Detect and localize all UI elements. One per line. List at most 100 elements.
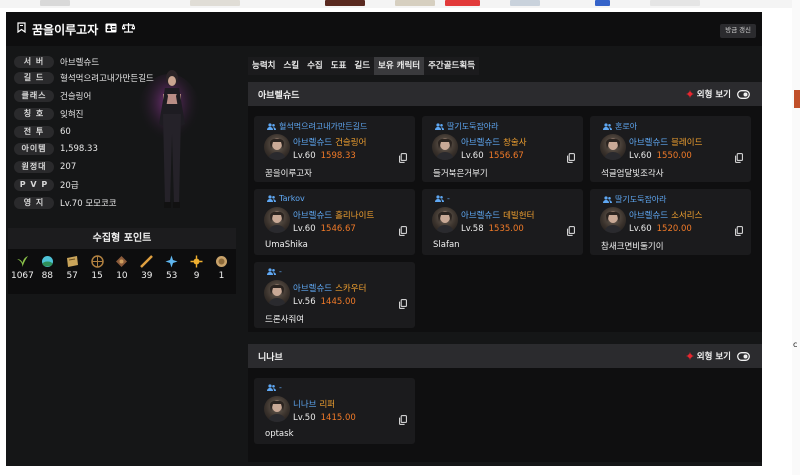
refresh-button[interactable]: 방금 갱신 (720, 24, 756, 38)
character-item-level: 1556.67 (488, 151, 524, 161)
character-name: optask (265, 429, 294, 439)
collect-item-orpheus-star[interactable]: 9 (185, 255, 209, 281)
character-server: 아브렐슈드 (461, 138, 501, 148)
character-guild: 혈석먹으려고내가만든길드 (267, 121, 367, 132)
info-label: 클래스 (14, 90, 54, 102)
guild-name: - (279, 383, 282, 392)
character-level: Lv.56 (293, 297, 316, 307)
bookmark-icon[interactable] (17, 22, 26, 36)
info-row-title: 칭 호 잊혀진 (14, 108, 83, 120)
info-label: 칭 호 (14, 108, 54, 120)
character-portrait (264, 396, 290, 422)
collect-item-island-heart[interactable]: 1067 (10, 255, 34, 281)
info-label: 영 지 (14, 197, 54, 209)
tab-collection[interactable]: 수집 (303, 57, 327, 75)
guild-name: - (279, 267, 282, 276)
character-portrait (264, 207, 290, 233)
character-class: 창술사 (503, 138, 527, 148)
character-guild: 딸기도둑잡아라 (603, 194, 667, 205)
tab-stats[interactable]: 능력치 (248, 57, 280, 75)
scale-icon[interactable] (121, 22, 137, 36)
collect-item-world-tree-leaf[interactable]: 39 (135, 255, 159, 281)
character-levels: Lv.60 1520.00 (629, 224, 692, 234)
character-portrait (264, 134, 290, 160)
ad-thumb (445, 0, 480, 6)
starburst-icon (685, 90, 694, 98)
character-levels: Lv.60 1550.00 (629, 151, 692, 161)
tab-owned-characters[interactable]: 보유 캐릭터 (374, 57, 425, 75)
collect-item-mokoko-seed[interactable]: 10 (110, 255, 134, 281)
character-name: 참새크면비둘기이 (601, 242, 664, 252)
character-item-level: 1550.00 (656, 151, 692, 161)
copy-icon[interactable] (399, 299, 407, 309)
character-card[interactable]: 혼로아 아브렐슈드 블레이드 Lv.60 1550.00 석글엄달빛조각사 (590, 116, 751, 182)
appearance-toggle-label: 외형 보기 (696, 352, 731, 362)
character-server-class: 아브렐슈드 건슬링어 (293, 136, 366, 148)
ad-thumb (650, 0, 700, 6)
character-guild: Tarkov (267, 194, 305, 203)
appearance-toggle[interactable]: 외형 보기 (685, 350, 750, 362)
island-heart-icon (16, 256, 28, 267)
ad-thumb (595, 0, 610, 6)
character-card[interactable]: - 니나브 리퍼 Lv.50 1415.00 optask (254, 378, 415, 444)
character-server-class: 아브렐슈드 창술사 (461, 136, 527, 148)
collect-item-voyage[interactable]: 15 (85, 255, 109, 281)
character-item-level: 1598.33 (320, 151, 356, 161)
character-name: 드론사줘여 (265, 315, 305, 325)
character-card[interactable]: Tarkov 아브렐슈드 홀리나이트 Lv.60 1546.67 UmaShika (254, 189, 415, 255)
character-card[interactable]: - 아브렐슈드 스카우터 Lv.56 1445.00 드론사줘여 (254, 262, 415, 328)
character-name-title: 꿈을이루고자 (32, 22, 99, 37)
info-value: 아브렐슈드 (60, 58, 100, 68)
character-card[interactable]: - 아브렐슈드 데빌헌터 Lv.58 1535.00 Slafan (422, 189, 583, 255)
appearance-toggle[interactable]: 외형 보기 (685, 88, 750, 100)
server-section-header: 니나브 외형 보기 (248, 344, 762, 368)
server-section-header: 아브렐슈드 외형 보기 (248, 82, 762, 106)
ad-thumb (395, 0, 435, 6)
members-icon (435, 195, 444, 202)
info-label: 서 버 (14, 56, 54, 68)
character-name: 꿈을이루고자 (265, 169, 312, 179)
tab-skills[interactable]: 스킬 (279, 57, 304, 75)
copy-icon[interactable] (735, 153, 743, 163)
copy-icon[interactable] (567, 226, 575, 236)
collect-value: 1067 (10, 271, 34, 281)
copy-icon[interactable] (399, 226, 407, 236)
collect-item-artwork[interactable]: 57 (60, 255, 84, 281)
collect-item-ignea-token[interactable]: 53 (160, 255, 184, 281)
character-server: 아브렐슈드 (293, 284, 333, 294)
character-server: 니나브 (293, 400, 317, 410)
page-edge: c (792, 0, 800, 475)
character-portrait (600, 207, 626, 233)
members-icon (267, 384, 276, 391)
info-label: 길 드 (14, 72, 54, 84)
server-name: 니나브 (258, 352, 283, 363)
id-card-icon[interactable] (105, 23, 117, 36)
character-card[interactable]: 혈석먹으려고내가만든길드아브렐슈드 건슬링어 Lv.60 1598.33 꿈을이루고자 (254, 116, 415, 182)
ad-thumb (190, 0, 240, 6)
character-levels: Lv.60 1598.33 (293, 151, 356, 161)
character-card[interactable]: 딸기도둑잡아라 아브렐슈드 창술사 Lv.60 1556.67 들거북은거부기 (422, 116, 583, 182)
tab-guild[interactable]: 길드 (350, 57, 375, 75)
copy-icon[interactable] (567, 153, 575, 163)
guild-name: 딸기도둑잡아라 (447, 122, 499, 131)
members-icon (267, 195, 276, 202)
character-card[interactable]: 딸기도둑잡아라 아브렐슈드 소서리스 Lv.60 1520.00 참새크면비둘기이 (590, 189, 751, 255)
character-guild: 딸기도둑잡아라 (435, 121, 499, 132)
copy-icon[interactable] (735, 226, 743, 236)
character-server: 아브렐슈드 (293, 211, 333, 221)
character-server: 아브렐슈드 (629, 138, 669, 148)
character-portrait (432, 134, 458, 160)
character-class: 홀리나이트 (335, 211, 375, 221)
character-levels: Lv.60 1546.67 (293, 224, 356, 234)
collect-item-giant-heart[interactable]: 1 (209, 255, 233, 281)
copy-icon[interactable] (399, 153, 407, 163)
tab-chart[interactable]: 도표 (326, 57, 351, 75)
tab-weekly-gold[interactable]: 주간골드획득 (424, 57, 480, 75)
members-icon (267, 268, 276, 275)
character-level: Lv.50 (293, 413, 316, 423)
copy-icon[interactable] (399, 415, 407, 425)
character-name: Slafan (433, 240, 460, 250)
collect-item-orb[interactable]: 88 (35, 255, 59, 281)
info-value: 잊혀진 (60, 110, 84, 120)
voyage-icon (90, 255, 104, 268)
